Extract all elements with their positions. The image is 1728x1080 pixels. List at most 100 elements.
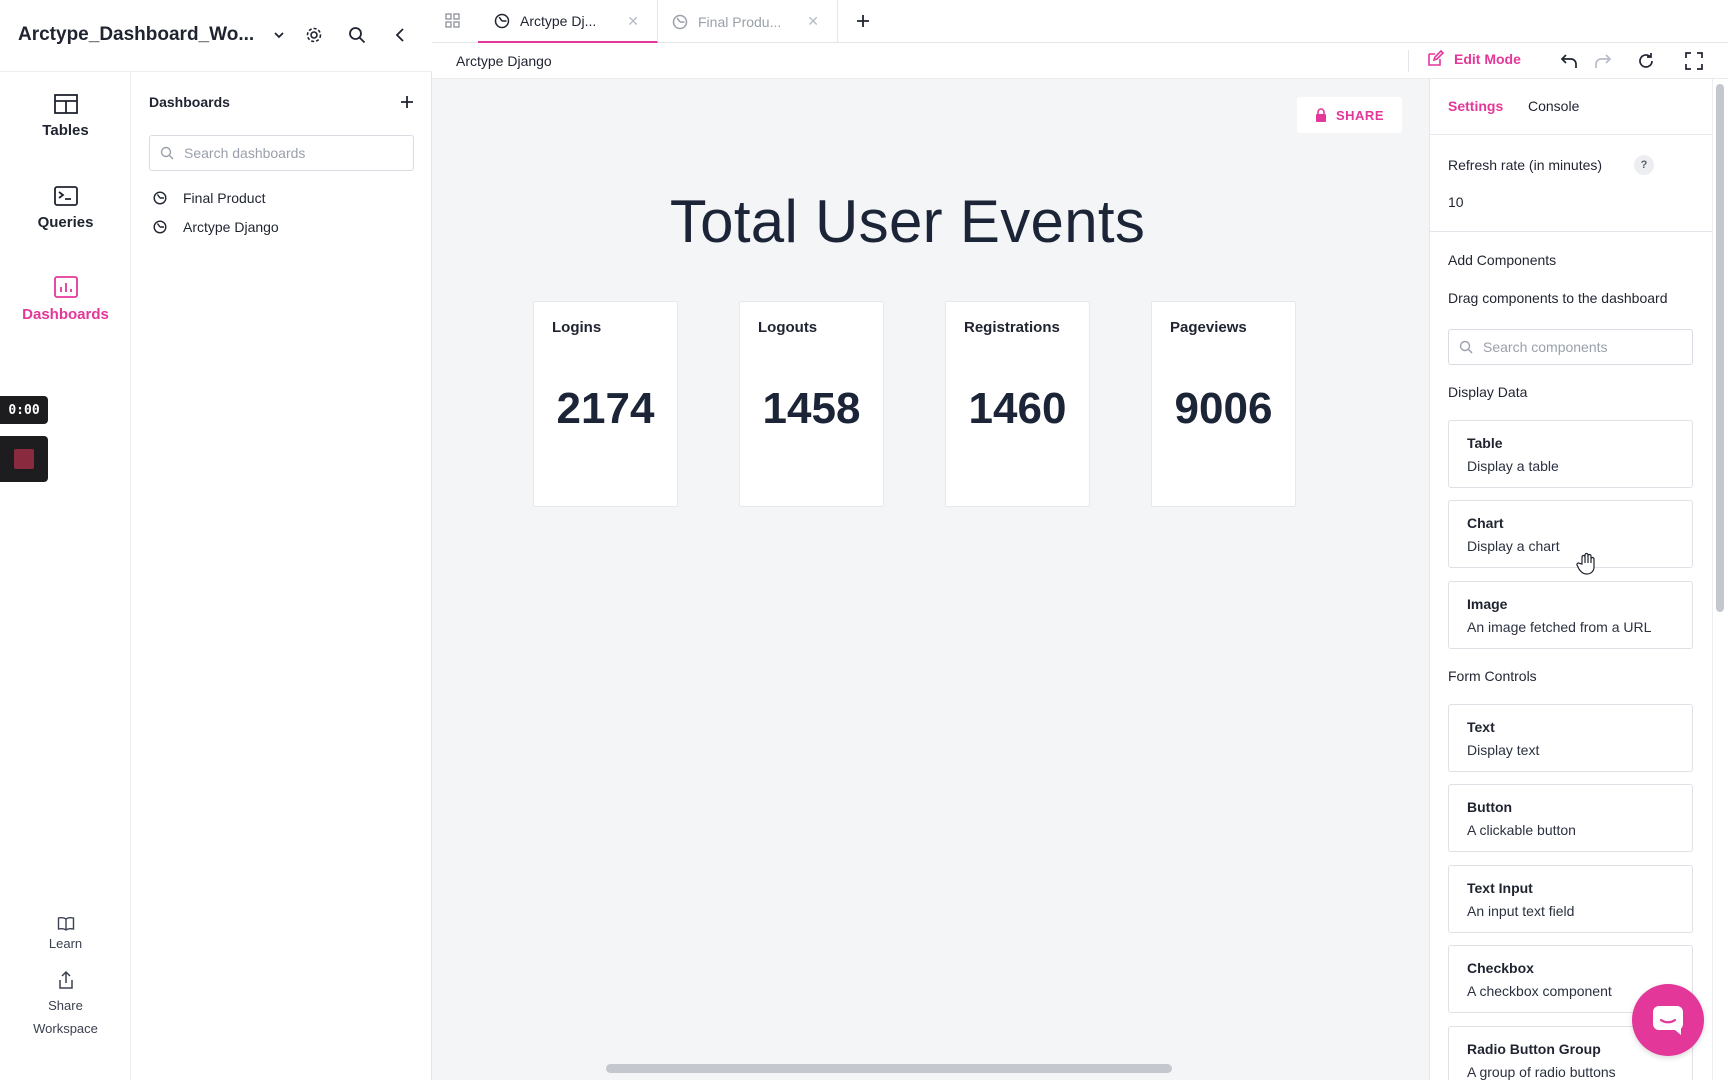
component-desc: An image fetched from a URL bbox=[1467, 619, 1652, 635]
edit-mode-label: Edit Mode bbox=[1454, 51, 1521, 67]
nav-item-tables[interactable]: Tables bbox=[0, 94, 131, 139]
recording-timer: 0:00 bbox=[0, 396, 48, 424]
horizontal-scrollbar[interactable] bbox=[606, 1064, 1172, 1073]
stat-label: Registrations bbox=[964, 319, 1060, 336]
grab-cursor-icon bbox=[1576, 552, 1598, 576]
new-tab-icon[interactable] bbox=[852, 10, 874, 32]
dashboard-search bbox=[149, 135, 414, 171]
search-icon bbox=[1459, 340, 1473, 354]
chevron-down-icon[interactable] bbox=[268, 24, 290, 46]
nav-item-queries[interactable]: Queries bbox=[0, 186, 131, 231]
learn-link[interactable]: Learn bbox=[0, 916, 131, 955]
refresh-rate-label: Refresh rate (in minutes) bbox=[1448, 157, 1603, 173]
share-label: SHARE bbox=[1335, 107, 1384, 123]
component-search-input[interactable] bbox=[1483, 339, 1683, 355]
share-button[interactable]: SHARE bbox=[1297, 97, 1402, 133]
dashboard-gauge-icon bbox=[672, 14, 688, 29]
stat-card-registrations[interactable]: Registrations 1460 bbox=[945, 301, 1090, 507]
collapse-left-icon[interactable] bbox=[389, 24, 411, 46]
settings-tabs: Settings Console bbox=[1430, 79, 1712, 135]
nav-label-tables: Tables bbox=[42, 122, 89, 139]
help-icon[interactable]: ? bbox=[1634, 155, 1654, 175]
workspace-title[interactable]: Arctype_Dashboard_Wo... bbox=[18, 24, 254, 46]
nav-rail: Tables Queries Dashboards Learn Share Wo… bbox=[0, 72, 131, 1080]
component-desc: An input text field bbox=[1467, 903, 1575, 919]
dashboard-item-final-product[interactable]: Final Product bbox=[153, 190, 265, 206]
refresh-rate-value[interactable]: 10 bbox=[1448, 194, 1464, 210]
component-image[interactable]: Image An image fetched from a URL bbox=[1448, 581, 1693, 649]
component-button[interactable]: Button A clickable button bbox=[1448, 784, 1693, 852]
nav-label-dashboards: Dashboards bbox=[22, 306, 109, 323]
component-desc: A checkbox component bbox=[1467, 983, 1612, 999]
lock-icon bbox=[1315, 108, 1326, 122]
search-icon bbox=[160, 146, 174, 160]
stat-card-pageviews[interactable]: Pageviews 9006 bbox=[1151, 301, 1296, 507]
form-controls-title: Form Controls bbox=[1448, 668, 1537, 684]
chat-icon bbox=[1653, 1006, 1683, 1035]
component-name: Button bbox=[1467, 799, 1513, 815]
dashboards-panel-title: Dashboards bbox=[149, 94, 230, 110]
component-table[interactable]: Table Display a table bbox=[1448, 420, 1693, 488]
component-name: Image bbox=[1467, 596, 1508, 612]
add-dashboard-icon[interactable] bbox=[397, 92, 417, 112]
nav-item-dashboards[interactable]: Dashboards bbox=[0, 276, 131, 323]
bar-chart-icon bbox=[53, 276, 78, 298]
stat-card-logouts[interactable]: Logouts 1458 bbox=[739, 301, 884, 507]
component-name: Table bbox=[1467, 435, 1503, 451]
fullscreen-icon[interactable] bbox=[1684, 51, 1704, 71]
display-data-title: Display Data bbox=[1448, 384, 1528, 400]
add-components-title: Add Components bbox=[1448, 252, 1557, 268]
redo-icon[interactable] bbox=[1592, 51, 1612, 71]
component-desc: Display a chart bbox=[1467, 538, 1560, 554]
tab-label: Arctype Dj... bbox=[520, 12, 597, 29]
terminal-icon bbox=[53, 186, 78, 206]
stop-icon bbox=[14, 449, 34, 469]
tab-arctype-django[interactable]: Arctype Dj... ✕ bbox=[478, 0, 658, 43]
tab-settings[interactable]: Settings bbox=[1448, 98, 1503, 114]
edit-mode-button[interactable]: Edit Mode bbox=[1426, 50, 1521, 68]
edit-icon bbox=[1428, 50, 1444, 66]
stat-card-logins[interactable]: Logins 2174 bbox=[533, 301, 678, 507]
share-workspace-link[interactable]: Share Workspace bbox=[0, 970, 131, 1040]
book-icon bbox=[57, 917, 74, 931]
share-icon bbox=[58, 970, 73, 989]
dashboard-canvas[interactable]: SHARE Total User Events Logins 2174 Logo… bbox=[432, 79, 1429, 1080]
dashboard-item-label: Final Product bbox=[183, 190, 266, 206]
dashboard-title: Total User Events bbox=[669, 188, 1146, 255]
component-text[interactable]: Text Display text bbox=[1448, 704, 1693, 772]
component-name: Text bbox=[1467, 719, 1495, 735]
share-label-line1: Share bbox=[48, 998, 83, 1013]
component-text-input[interactable]: Text Input An input text field bbox=[1448, 865, 1693, 933]
share-label-line2: Workspace bbox=[33, 1021, 98, 1036]
chat-launcher-button[interactable] bbox=[1632, 984, 1704, 1056]
tab-console[interactable]: Console bbox=[1528, 98, 1579, 114]
stat-value: 1460 bbox=[968, 384, 1067, 433]
recording-stop-button[interactable] bbox=[0, 436, 48, 482]
tables-icon bbox=[53, 94, 78, 114]
settings-panel: Settings Console Refresh rate (in minute… bbox=[1429, 79, 1712, 1080]
breadcrumb: Arctype Django bbox=[456, 53, 552, 69]
dashboard-item-arctype-django[interactable]: Arctype Django bbox=[153, 219, 279, 235]
section-divider bbox=[1430, 231, 1712, 232]
grid-icon[interactable] bbox=[444, 12, 462, 30]
component-name: Checkbox bbox=[1467, 960, 1534, 976]
close-icon[interactable]: ✕ bbox=[627, 13, 639, 30]
gear-icon[interactable] bbox=[303, 24, 325, 46]
close-icon[interactable]: ✕ bbox=[807, 13, 819, 30]
toolbar-divider bbox=[1408, 50, 1409, 72]
vertical-scrollbar[interactable] bbox=[1716, 84, 1724, 612]
nav-label-queries: Queries bbox=[37, 214, 94, 231]
component-desc: Display a table bbox=[1467, 458, 1559, 474]
dashboard-item-label: Arctype Django bbox=[183, 219, 279, 235]
undo-icon[interactable] bbox=[1560, 51, 1580, 71]
tab-final-product[interactable]: Final Produ... ✕ bbox=[658, 0, 838, 43]
dashboard-search-input[interactable] bbox=[184, 145, 404, 161]
refresh-icon[interactable] bbox=[1636, 51, 1656, 71]
learn-label: Learn bbox=[48, 936, 83, 951]
component-desc: Display text bbox=[1467, 742, 1540, 758]
dashboards-panel: Dashboards Final Product Arctype Django bbox=[131, 72, 432, 1080]
search-icon[interactable] bbox=[346, 24, 368, 46]
component-chart[interactable]: Chart Display a chart bbox=[1448, 500, 1693, 568]
stat-label: Logins bbox=[552, 319, 602, 336]
dashboard-gauge-icon bbox=[153, 191, 167, 205]
